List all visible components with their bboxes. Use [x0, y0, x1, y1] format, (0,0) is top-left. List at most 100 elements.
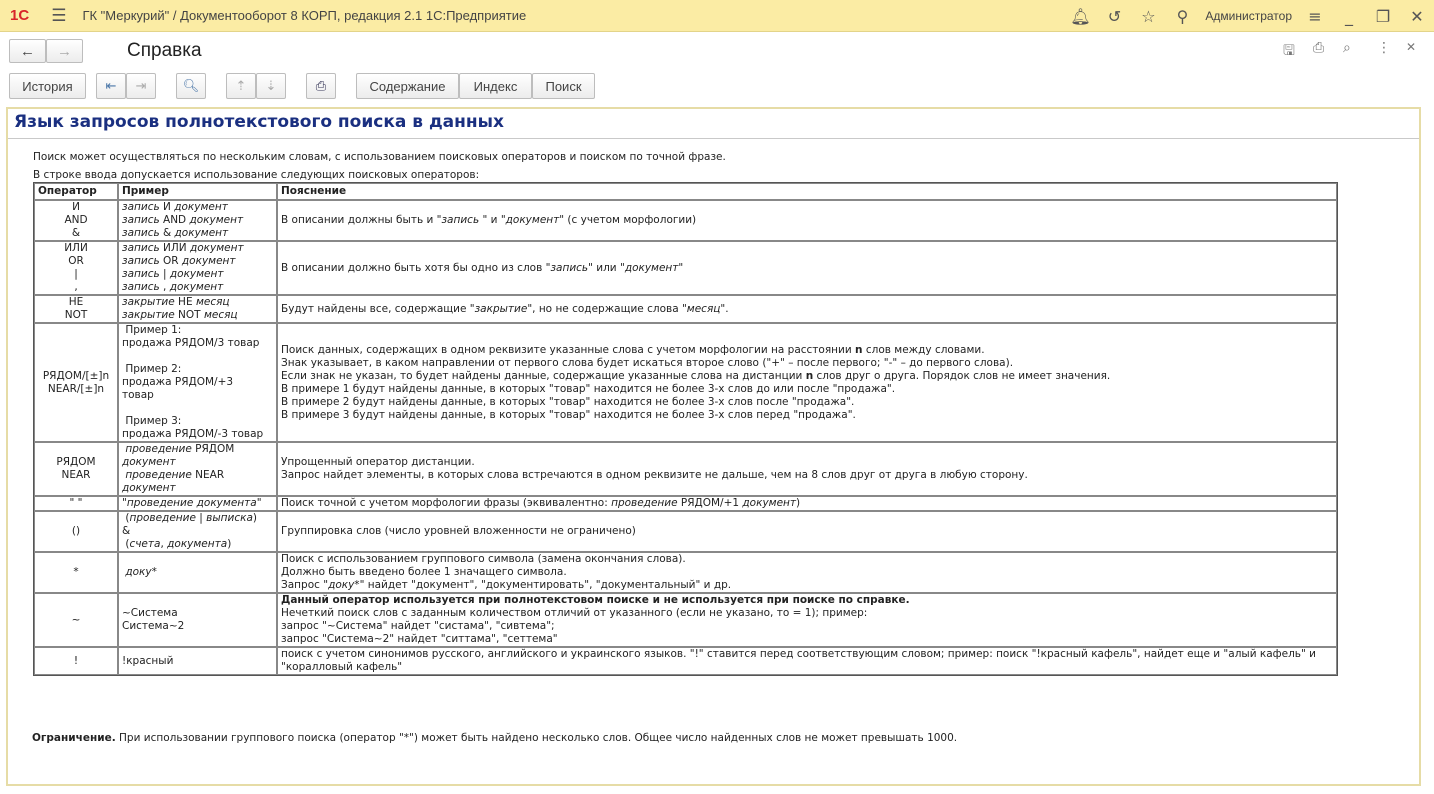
text-line: Пример 2: [122, 363, 182, 375]
example-cell: Пример 1: продажа РЯДОМ/3 товар Пример 2:… [118, 323, 277, 442]
italic-text: проведение [125, 443, 192, 455]
next-topic-icon: ⇥ [135, 78, 147, 93]
next-section-button[interactable]: ⇣ [256, 73, 286, 99]
text-line: запись AND документ [122, 214, 244, 226]
table-row: ИЛИ OR |, запись ИЛИ документ запись OR доку… [34, 241, 1337, 295]
text-line: (проведение | выписка) [122, 512, 257, 524]
prev-section-button[interactable]: ⇡ [226, 73, 256, 99]
text-line: В описании должно быть хотя бы одно из с… [281, 261, 684, 274]
app-title-bar: 1С ☰ ГК "Меркурий" / Документооборот 8 К… [0, 0, 1434, 32]
find-in-page-button[interactable]: 🔍︎ [176, 73, 206, 99]
italic-text: документ [122, 456, 176, 468]
table-row: ~ ~Система Система~2 Данный оператор исполь… [34, 593, 1337, 647]
text-line: запись , документ [122, 281, 224, 293]
text-line: проведение РЯДОМ [125, 443, 235, 455]
table-row: * доку* Поиск с использованием группового… [34, 552, 1337, 593]
prev-topic-button[interactable]: ⇤ [96, 73, 126, 99]
settings-menu-icon[interactable]: ≡ [1298, 7, 1332, 26]
note-text: При использовании группового поиска (опе… [115, 732, 958, 744]
restore-icon[interactable]: ❐ [1366, 7, 1400, 26]
operator-text: РЯДОМ [56, 456, 96, 468]
next-topic-button[interactable]: ⇥ [126, 73, 156, 99]
italic-text: запись [122, 281, 160, 293]
operator-cell: ИЛИ OR |, [34, 241, 118, 295]
bold-text: n [805, 369, 814, 382]
text-line: Группировка слов (число уровней вложенно… [281, 525, 636, 537]
text-line: запрос "Система~2" найдет "ситтама", "се… [281, 633, 558, 645]
text-line: Поиск с использованием группового символ… [281, 553, 686, 565]
operator-text: NEAR/[±]n [47, 382, 105, 395]
table-row: НЕ NOT закрытие НЕ месяц закрытие NOT месяц… [34, 295, 1337, 323]
italic-text: документ [174, 227, 229, 239]
search-icon[interactable]: ⚲ [1165, 7, 1199, 26]
back-button[interactable]: ← [9, 39, 46, 63]
page-title: Справка [127, 40, 202, 61]
italic-text: месяц [686, 302, 721, 315]
text-line: закрытие НЕ месяц [122, 296, 230, 308]
operator-cell: И AND & [34, 200, 118, 241]
menu-icon[interactable]: ☰ [51, 6, 66, 26]
column-header-explanation: Пояснение [277, 183, 1337, 200]
italic-text: документа [167, 538, 228, 550]
bell-icon[interactable]: 🔔︎ [1063, 7, 1097, 26]
text-line: В описании должны быть и "запись " и "до… [281, 214, 697, 226]
print-icon[interactable]: ⎙ [1313, 40, 1324, 56]
search-button[interactable]: Поиск [532, 73, 595, 99]
operator-cell: РЯДОМ NEAR [34, 442, 118, 496]
operator-cell: () [34, 511, 118, 552]
text-line: "проведение документа" [122, 497, 262, 509]
forward-button[interactable]: → [46, 39, 83, 63]
contents-button[interactable]: Содержание [356, 73, 459, 99]
italic-text: документ [169, 268, 224, 280]
text-line: документ [122, 456, 273, 469]
italic-text: месяц [195, 296, 230, 308]
operator-text: И [72, 201, 80, 213]
navigation-buttons: ← → [9, 39, 83, 63]
text-line: В примере 2 будут найдены данные, в кото… [281, 395, 855, 408]
italic-text: документ [174, 201, 228, 213]
preview-icon[interactable]: ⌕ [1343, 40, 1351, 56]
text-line: запись & документ [122, 227, 229, 239]
explanation-cell: Группировка слов (число уровней вложенно… [277, 511, 1337, 552]
minimize-icon[interactable]: _ [1332, 7, 1366, 26]
user-name[interactable]: Администратор [1205, 9, 1292, 23]
help-content: Язык запросов полнотекстового поиска в д… [6, 107, 1421, 786]
text-line: поиск с учетом синонимов русского, англи… [281, 648, 1320, 673]
history-icon[interactable]: ↺ [1097, 7, 1131, 26]
text-line: продажа РЯДОМ/+3 [122, 376, 234, 388]
history-button[interactable]: История [9, 73, 86, 99]
operator-text: " " [69, 497, 83, 509]
star-icon[interactable]: ☆ [1131, 7, 1165, 26]
text-line: & [122, 525, 131, 537]
italic-text: проведение документа [126, 497, 257, 509]
operator-text: , [74, 281, 78, 293]
italic-text: выписка [206, 512, 253, 524]
operator-text: () [71, 525, 81, 537]
explanation-cell: В описании должно быть хотя бы одно из с… [277, 241, 1337, 295]
1c-logo: 1С [10, 7, 30, 24]
bold-text: Данный оператор используется при полноте… [281, 594, 910, 606]
text-line: товар [122, 389, 154, 401]
example-cell: запись ИЛИ документ запись OR документ зап… [118, 241, 277, 295]
italic-text: закрытие [122, 296, 175, 308]
column-header-example: Пример [118, 183, 277, 200]
text-line: Пример 3: [122, 415, 182, 427]
text-line: В примере 3 будут найдены данные, в кото… [281, 408, 856, 421]
italic-text: документ [624, 261, 679, 274]
text-line: !красный [122, 654, 174, 667]
operator-text: РЯДОМ/[±]n [42, 369, 110, 382]
explanation-cell: Поиск точной с учетом морфологии фразы (… [277, 496, 1337, 511]
text-line: документ [122, 482, 273, 495]
example-cell: ~Система Система~2 [118, 593, 277, 647]
italic-text: проведение [611, 497, 678, 509]
index-button[interactable]: Индекс [459, 73, 532, 99]
operator-cell: РЯДОМ/[±]n NEAR/[±]n [34, 323, 118, 442]
operator-text: * [73, 566, 79, 578]
prev-topic-icon: ⇤ [105, 78, 117, 93]
close-app-icon[interactable]: ✕ [1400, 7, 1434, 26]
print-button[interactable]: ⎙ [306, 73, 336, 99]
more-icon[interactable]: ⋮ [1377, 40, 1391, 56]
close-icon[interactable]: ✕ [1406, 40, 1416, 54]
save-icon[interactable]: 🖫 [1283, 40, 1295, 64]
text-line: запись | документ [122, 268, 224, 280]
